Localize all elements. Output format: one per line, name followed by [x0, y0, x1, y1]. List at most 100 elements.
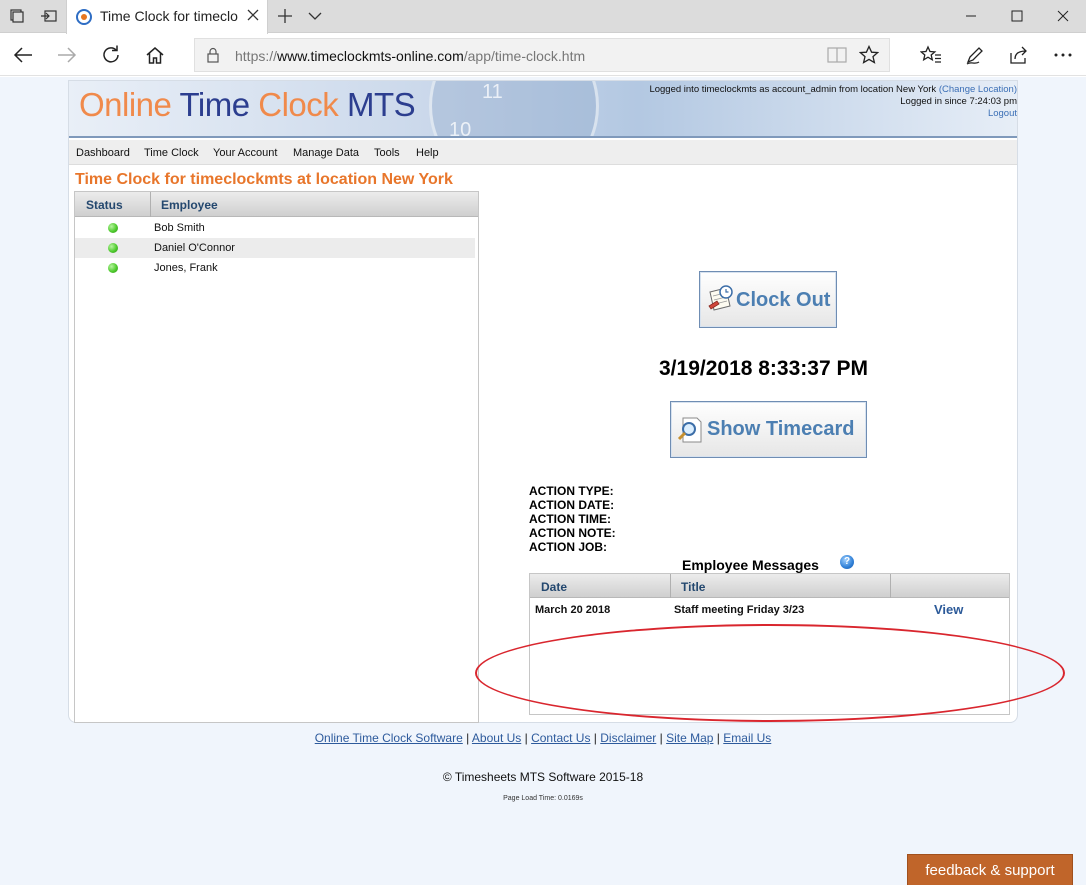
pen-notes-icon[interactable]	[958, 39, 992, 71]
message-date: March 20 2018	[535, 604, 611, 616]
copyright-text: © Timesheets MTS Software 2015-18	[442, 770, 644, 784]
employee-messages-table: Date Title March 20 2018 Staff meeting F…	[529, 573, 1010, 715]
employee-name: Bob Smith	[154, 222, 205, 234]
chevron-down-icon[interactable]	[302, 4, 328, 28]
new-tab-icon[interactable]	[272, 4, 298, 28]
action-details: ACTION TYPE: ACTION DATE: ACTION TIME: A…	[529, 484, 616, 554]
footer-separator: |	[466, 731, 470, 745]
action-type-label: ACTION TYPE:	[529, 484, 614, 498]
content-container: 11 10 Online Time Clock MTS Logged into …	[68, 80, 1018, 723]
window-close-icon[interactable]	[1040, 0, 1086, 32]
url-path: /app/time-clock.htm	[463, 48, 586, 64]
url-prefix: https://	[235, 48, 278, 64]
current-datetime: 3/19/2018 8:33:37 PM	[659, 357, 868, 380]
footer-link-email[interactable]: Email Us	[723, 731, 771, 745]
menu-help[interactable]: Help	[416, 147, 439, 159]
menu-your-account[interactable]: Your Account	[213, 147, 277, 159]
tab-close-icon[interactable]	[243, 5, 263, 25]
status-green-icon	[108, 243, 118, 253]
footer-links: Online Time Clock Software | About Us | …	[0, 731, 1086, 745]
tab-title: Time Clock for timecloc	[100, 8, 238, 24]
status-green-icon	[108, 263, 118, 273]
employee-row[interactable]: Bob Smith	[75, 218, 475, 238]
column-divider	[670, 574, 671, 598]
action-job-label: ACTION JOB:	[529, 540, 607, 554]
logo-text: Time	[179, 86, 250, 123]
show-timecard-label: Show Timecard	[707, 418, 855, 440]
date-column-header[interactable]: Date	[541, 580, 567, 594]
back-arrow-icon[interactable]	[6, 39, 40, 71]
page-body: 11 10 Online Time Clock MTS Logged into …	[0, 77, 1086, 885]
employee-name: Daniel O'Connor	[154, 242, 235, 254]
employee-row[interactable]: Daniel O'Connor	[75, 238, 475, 258]
clock-out-label: Clock Out	[736, 289, 831, 311]
share-icon[interactable]	[1002, 39, 1036, 71]
site-logo[interactable]: Online Time Clock MTS	[79, 86, 416, 124]
favorite-star-icon[interactable]	[858, 44, 880, 70]
address-bar[interactable]: https://www.timeclockmts-online.com/app/…	[194, 38, 890, 72]
footer-separator: |	[524, 731, 528, 745]
view-message-link[interactable]: View	[934, 602, 963, 617]
browser-tab-bar: Time Clock for timecloc	[0, 0, 1086, 34]
logout-link[interactable]: Logout	[988, 108, 1017, 119]
header-banner: 11 10 Online Time Clock MTS Logged into …	[69, 81, 1017, 138]
status-column-header[interactable]: Status	[86, 198, 123, 212]
action-time-label: ACTION TIME:	[529, 512, 611, 526]
column-divider	[150, 192, 151, 217]
footer-link-contact[interactable]: Contact Us	[531, 731, 590, 745]
logo-text: Clock	[258, 86, 339, 123]
lock-icon	[207, 47, 219, 68]
forward-arrow-icon[interactable]	[50, 39, 84, 71]
action-note-label: ACTION NOTE:	[529, 526, 616, 540]
logo-text: MTS	[346, 86, 416, 123]
login-since-text: Logged in since 7:24:03 pm	[900, 96, 1017, 107]
reading-view-icon[interactable]	[827, 46, 847, 69]
login-info: Logged into timeclockmts as account_admi…	[649, 84, 1017, 120]
banner-clock-numeral: 10	[449, 119, 472, 138]
clock-out-icon	[706, 284, 736, 319]
clock-out-button[interactable]: Clock Out	[699, 271, 837, 328]
footer-link-software[interactable]: Online Time Clock Software	[315, 731, 463, 745]
action-date-label: ACTION DATE:	[529, 498, 615, 512]
menu-tools[interactable]: Tools	[374, 147, 400, 159]
menu-manage-data[interactable]: Manage Data	[293, 147, 359, 159]
employee-messages-title: Employee Messages	[682, 557, 819, 573]
home-icon[interactable]	[138, 39, 172, 71]
footer-link-about[interactable]: About Us	[472, 731, 521, 745]
employee-row[interactable]: Jones, Frank	[75, 258, 475, 278]
footer-link-sitemap[interactable]: Site Map	[666, 731, 713, 745]
employee-column-header[interactable]: Employee	[161, 198, 218, 212]
favorites-hub-icon[interactable]	[914, 39, 948, 71]
help-icon[interactable]: ?	[840, 555, 854, 569]
change-location-link[interactable]: (Change Location)	[939, 84, 1017, 95]
footer-separator: |	[659, 731, 663, 745]
feedback-support-button[interactable]: feedback & support	[907, 854, 1073, 885]
logo-text: Online	[79, 86, 172, 123]
maximize-icon[interactable]	[994, 0, 1040, 32]
message-title: Staff meeting Friday 3/23	[674, 604, 805, 616]
employee-list-header: Status Employee	[75, 192, 478, 217]
more-options-icon[interactable]	[1046, 39, 1080, 71]
menu-time-clock[interactable]: Time Clock	[144, 147, 199, 159]
url-domain: www.timeclockmts-online.com	[277, 48, 464, 64]
tab-manager-icon[interactable]	[4, 4, 30, 28]
show-timecard-button[interactable]: Show Timecard	[670, 401, 867, 458]
footer-link-disclaimer[interactable]: Disclaimer	[600, 731, 656, 745]
title-column-header[interactable]: Title	[681, 580, 705, 594]
employee-name: Jones, Frank	[154, 262, 218, 274]
site-favicon-icon	[76, 9, 92, 25]
url-text: https://www.timeclockmts-online.com/app/…	[235, 48, 585, 64]
magnifier-document-icon	[677, 416, 703, 449]
set-aside-tabs-icon[interactable]	[36, 4, 62, 28]
footer-separator: |	[593, 731, 597, 745]
employee-list-panel: Status Employee Bob Smith Daniel O'Conno…	[74, 191, 479, 723]
menu-dashboard[interactable]: Dashboard	[76, 147, 130, 159]
messages-header: Date Title	[530, 574, 1009, 598]
main-menu: Dashboard Time Clock Your Account Manage…	[69, 140, 1017, 165]
browser-tab-active[interactable]: Time Clock for timecloc	[66, 0, 268, 34]
refresh-icon[interactable]	[94, 39, 128, 71]
banner-clock-numeral: 11	[482, 81, 503, 103]
browser-nav-bar: https://www.timeclockmts-online.com/app/…	[0, 34, 1086, 76]
minimize-icon[interactable]	[948, 0, 994, 32]
page-title: Time Clock for timeclockmts at location …	[75, 171, 453, 188]
